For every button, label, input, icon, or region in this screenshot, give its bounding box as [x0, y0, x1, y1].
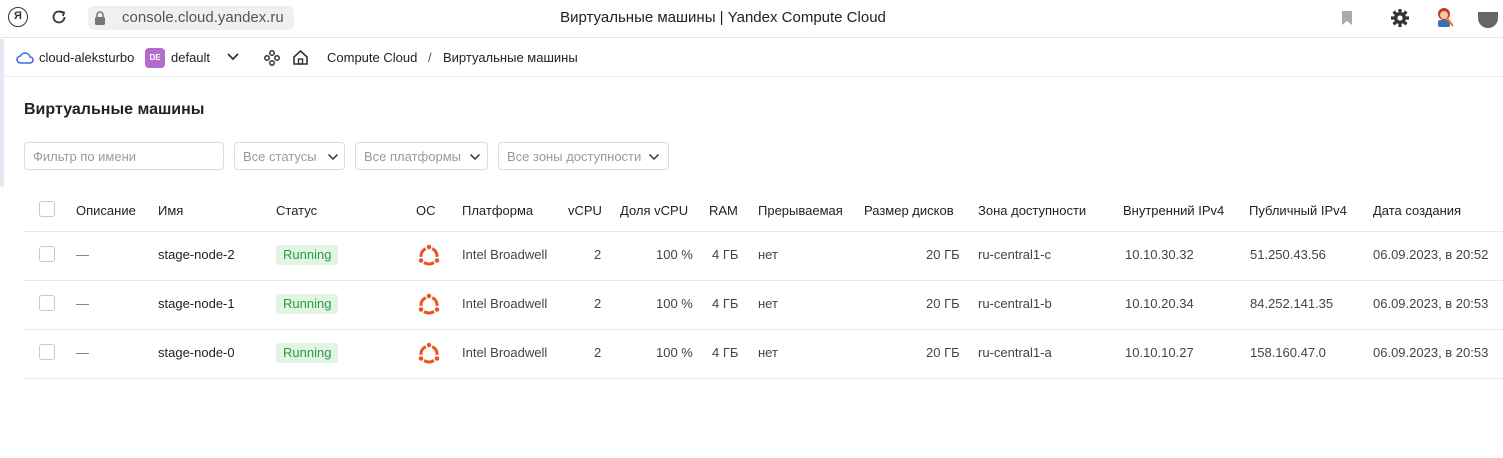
column-header-status[interactable]: Статус [276, 203, 317, 218]
vm-vcpu: 2 [594, 296, 602, 311]
profile-icon[interactable] [1477, 10, 1499, 28]
home-icon[interactable] [292, 49, 309, 66]
vm-created: 06.09.2023, в 20:53 [1373, 345, 1489, 360]
breadcrumb-separator: / [428, 50, 432, 65]
services-icon[interactable] [264, 50, 280, 66]
gear-icon[interactable] [1390, 8, 1410, 28]
vm-public-ip: 84.252.141.35 [1250, 296, 1334, 311]
status-filter[interactable]: Все статусы [234, 142, 345, 170]
column-header-public-ip[interactable]: Публичный IPv4 [1249, 203, 1347, 218]
table-row[interactable]: — stage-node-2 Running Intel Broadwell 2… [24, 232, 1503, 281]
vm-ram: 4 ГБ [712, 247, 739, 262]
chevron-down-icon [469, 153, 481, 161]
window-title: Виртуальные машины | Yandex Compute Clou… [560, 9, 886, 26]
chevron-down-icon[interactable] [226, 52, 240, 62]
breadcrumb-compute-cloud[interactable]: Compute Cloud [327, 50, 417, 65]
vm-description: — [76, 247, 89, 262]
ubuntu-icon [417, 341, 441, 364]
vm-internal-ip: 10.10.30.32 [1125, 247, 1194, 262]
status-filter-label: Все статусы [243, 149, 317, 164]
vm-zone: ru-central1-c [978, 247, 1051, 262]
status-badge: Running [276, 343, 339, 363]
vm-description: — [76, 296, 89, 311]
row-checkbox[interactable] [39, 295, 55, 311]
vm-internal-ip: 10.10.10.27 [1125, 345, 1194, 360]
vm-ram: 4 ГБ [712, 345, 739, 360]
vm-internal-ip: 10.10.20.34 [1125, 296, 1194, 311]
vm-platform: Intel Broadwell [462, 345, 548, 360]
row-checkbox[interactable] [39, 344, 55, 360]
column-header-os[interactable]: ОС [416, 203, 436, 218]
column-header-vcpu-share[interactable]: Доля vCPU [620, 203, 688, 218]
chevron-down-icon [327, 153, 339, 161]
column-header-description[interactable]: Описание [76, 203, 136, 218]
chevron-down-icon [648, 153, 660, 161]
table-row[interactable]: — stage-node-1 Running Intel Broadwell 2… [24, 281, 1503, 330]
column-header-internal-ip[interactable]: Внутренний IPv4 [1123, 203, 1224, 218]
vm-zone: ru-central1-a [978, 345, 1052, 360]
platform-filter[interactable]: Все платформы [355, 142, 488, 170]
zone-filter[interactable]: Все зоны доступности [498, 142, 669, 170]
column-header-name[interactable]: Имя [158, 203, 183, 218]
column-header-ram[interactable]: RAM [709, 203, 738, 218]
column-header-disk-size[interactable]: Размер дисков [864, 203, 954, 218]
vm-public-ip: 51.250.43.56 [1250, 247, 1326, 262]
row-checkbox[interactable] [39, 246, 55, 262]
breadcrumb-vms: Виртуальные машины [443, 50, 578, 65]
status-badge: Running [276, 245, 339, 265]
vm-preemptible: нет [758, 296, 778, 311]
vm-name[interactable]: stage-node-2 [158, 247, 235, 262]
vm-zone: ru-central1-b [978, 296, 1052, 311]
column-header-created[interactable]: Дата создания [1373, 203, 1461, 218]
ubuntu-icon [417, 243, 441, 266]
page-title: Виртуальные машины [24, 101, 205, 118]
platform-filter-label: Все платформы [364, 149, 461, 164]
vm-vcpu: 2 [594, 247, 602, 262]
name-filter[interactable] [24, 142, 224, 170]
vm-name[interactable]: stage-node-0 [158, 345, 235, 360]
folder-selector[interactable]: default [171, 50, 210, 65]
folder-badge: DE [145, 48, 165, 68]
vm-platform: Intel Broadwell [462, 247, 548, 262]
console-navbar: cloud-aleksturbo DE default Compute Clou… [0, 39, 1503, 77]
vm-name[interactable]: stage-node-1 [158, 296, 235, 311]
zone-filter-label: Все зоны доступности [507, 149, 642, 164]
name-filter-input[interactable] [33, 149, 213, 164]
vm-vcpu-share: 100 % [656, 296, 693, 311]
vm-created: 06.09.2023, в 20:52 [1373, 247, 1489, 262]
vm-vcpu-share: 100 % [656, 345, 693, 360]
column-header-platform[interactable]: Платформа [462, 203, 533, 218]
ubuntu-icon [417, 292, 441, 315]
vm-preemptible: нет [758, 247, 778, 262]
vm-platform: Intel Broadwell [462, 296, 548, 311]
column-header-zone[interactable]: Зона доступности [978, 203, 1086, 218]
vm-created: 06.09.2023, в 20:53 [1373, 296, 1489, 311]
table-row[interactable]: — stage-node-0 Running Intel Broadwell 2… [24, 330, 1503, 379]
cloud-selector[interactable]: cloud-aleksturbo [39, 50, 134, 65]
column-header-preemptible[interactable]: Прерываемая [758, 203, 843, 218]
browser-toolbar: Я console.cloud.yandex.ru Виртуальные ма… [0, 0, 1503, 38]
cloud-icon [16, 52, 34, 64]
vm-vcpu-share: 100 % [656, 247, 693, 262]
vm-ram: 4 ГБ [712, 296, 739, 311]
vm-disk-size: 20 ГБ [926, 345, 960, 360]
select-all-checkbox[interactable] [39, 201, 55, 217]
vm-vcpu: 2 [594, 345, 602, 360]
vm-public-ip: 158.160.47.0 [1250, 345, 1326, 360]
vm-disk-size: 20 ГБ [926, 296, 960, 311]
extension-icon[interactable] [1433, 6, 1455, 28]
table-header-row: Описание Имя Статус ОС Платформа vCPU До… [24, 188, 1503, 232]
vm-preemptible: нет [758, 345, 778, 360]
vm-disk-size: 20 ГБ [926, 247, 960, 262]
bookmark-icon[interactable] [1341, 10, 1353, 26]
column-header-vcpu[interactable]: vCPU [568, 203, 602, 218]
status-badge: Running [276, 294, 339, 314]
vm-description: — [76, 345, 89, 360]
